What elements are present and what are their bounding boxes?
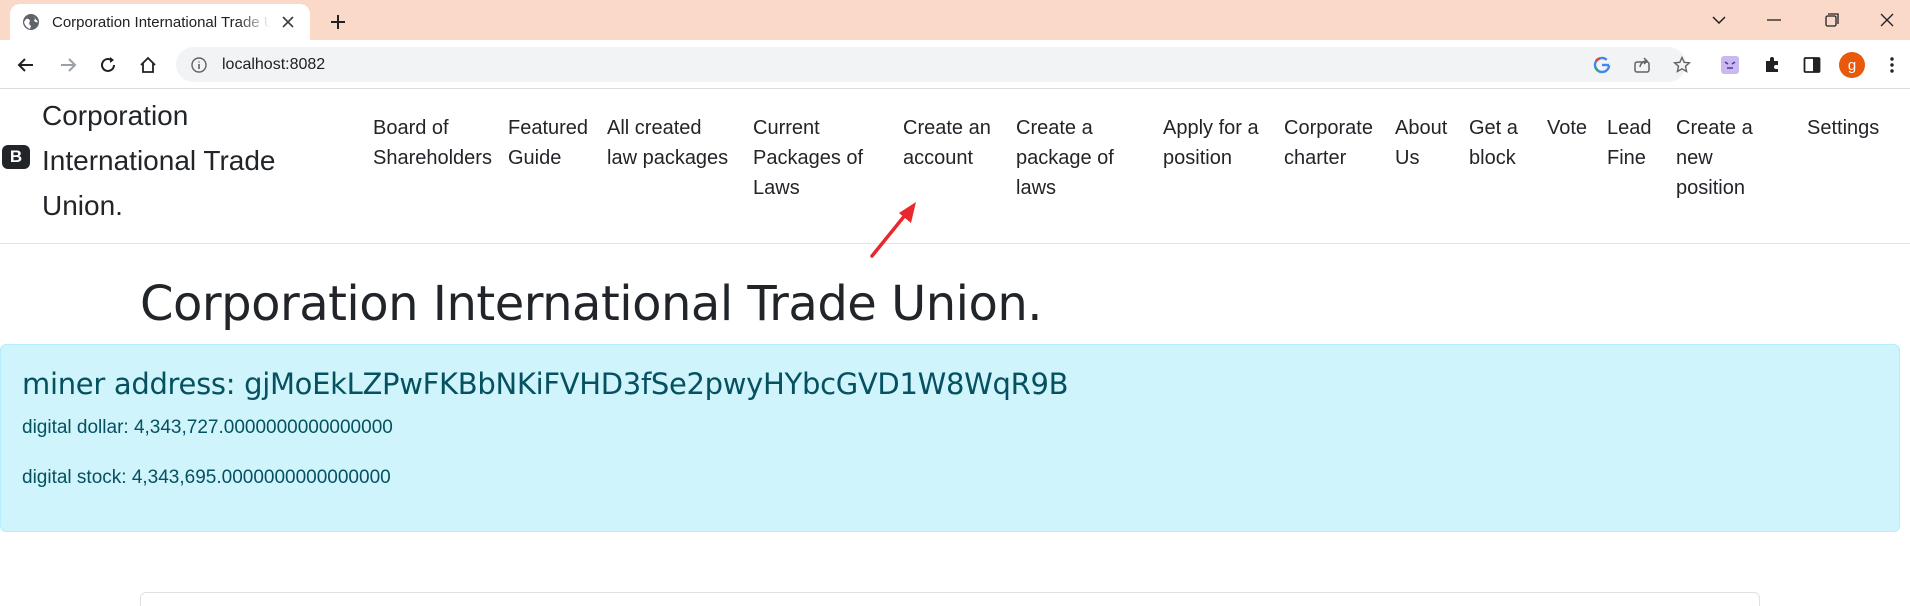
nav-label-line: Featured	[508, 117, 589, 139]
close-tab-icon[interactable]	[278, 12, 298, 32]
nav-label-line: Fine	[1607, 147, 1646, 169]
extension-avatar-icon[interactable]	[1714, 49, 1746, 81]
nav-label-line: account	[903, 147, 974, 169]
url-text: localhost:8082	[222, 55, 326, 73]
nav-label-line: Shareholders	[373, 147, 492, 169]
reload-icon[interactable]	[92, 49, 124, 81]
nav-label-line: Create an	[903, 117, 991, 139]
globe-icon	[22, 13, 40, 31]
nav-label-line: Packages of	[753, 147, 864, 169]
nav-label-line: Vote	[1547, 117, 1588, 139]
site-navbar: B Corporation International Trade Union.…	[0, 89, 1910, 244]
nav-label-line: position	[1163, 147, 1232, 169]
google-icon[interactable]	[1592, 55, 1612, 75]
minimize-icon[interactable]	[1752, 4, 1796, 36]
nav-board-of-shareholders[interactable]: Board of Shareholders	[373, 113, 492, 173]
close-window-icon[interactable]	[1865, 4, 1909, 36]
nav-label-line: Us	[1395, 147, 1420, 169]
nav-label-line: laws	[1016, 177, 1057, 199]
nav-label-line: charter	[1284, 147, 1347, 169]
nav-label-line: block	[1469, 147, 1516, 169]
nav-create-a-package-of-laws[interactable]: Create a package of laws	[1016, 113, 1114, 203]
nav-label-line: position	[1676, 177, 1745, 199]
miner-info-alert: miner address: gjMoEkLZPwFKBbNKiFVHD3fSe…	[0, 344, 1900, 532]
nav-featured-guide[interactable]: Featured Guide	[508, 113, 588, 173]
content-card	[140, 592, 1760, 606]
tab-search-icon[interactable]	[1697, 4, 1741, 36]
nav-label-line: All created	[607, 117, 702, 139]
home-icon[interactable]	[132, 49, 164, 81]
nav-label-line: package of	[1016, 147, 1114, 169]
browser-tab[interactable]: Corporation International Trade U	[10, 4, 310, 40]
nav-label-line: Corporate	[1284, 117, 1373, 139]
kebab-menu-icon[interactable]	[1876, 49, 1908, 81]
nav-create-a-new-position[interactable]: Create a new position	[1676, 113, 1753, 203]
brand-name[interactable]: Corporation International Trade Union.	[42, 93, 312, 228]
nav-current-packages-of-laws[interactable]: Current Packages of Laws	[753, 113, 863, 203]
nav-label-line: Create a	[1016, 117, 1093, 139]
forward-icon[interactable]	[52, 49, 84, 81]
nav-about-us[interactable]: About Us	[1395, 113, 1447, 173]
digital-dollar-balance: digital dollar: 4,343,727.00000000000000…	[22, 417, 393, 438]
nav-label-line: Apply for a	[1163, 117, 1259, 139]
profile-initial: g	[1839, 52, 1865, 78]
browser-toolbar: localhost:8082 g	[0, 40, 1910, 89]
brand-line: Union.	[42, 190, 123, 221]
site-info-icon[interactable]	[190, 56, 208, 74]
extensions-puzzle-icon[interactable]	[1756, 49, 1788, 81]
nav-apply-for-a-position[interactable]: Apply for a position	[1163, 113, 1259, 173]
nav-label-line: Get a	[1469, 117, 1518, 139]
nav-create-an-account[interactable]: Create an account	[903, 113, 991, 173]
page-title: Corporation International Trade Union.	[140, 276, 1043, 332]
nav-label-line: About	[1395, 117, 1448, 139]
brand-line: International Trade	[42, 145, 276, 176]
miner-address-heading: miner address: gjMoEkLZPwFKBbNKiFVHD3fSe…	[22, 367, 1069, 401]
nav-all-created-law-packages[interactable]: All created law packages	[607, 113, 728, 173]
nav-label-line: Guide	[508, 147, 562, 169]
nav-label-line: Board of	[373, 117, 449, 139]
nav-label-line: new	[1676, 147, 1713, 169]
brand-logo-icon[interactable]: B	[2, 145, 30, 169]
nav-label-line: Laws	[753, 177, 800, 199]
share-icon[interactable]	[1632, 55, 1652, 75]
nav-vote[interactable]: Vote	[1547, 113, 1587, 143]
profile-avatar[interactable]: g	[1836, 49, 1868, 81]
nav-label-line: Create a	[1676, 117, 1753, 139]
side-panel-icon[interactable]	[1796, 49, 1828, 81]
nav-label-line: Current	[753, 117, 820, 139]
nav-corporate-charter[interactable]: Corporate charter	[1284, 113, 1373, 173]
tab-title: Corporation International Trade U	[52, 13, 270, 31]
nav-label-line: Settings	[1807, 117, 1880, 139]
new-tab-button[interactable]	[324, 8, 352, 36]
back-icon[interactable]	[10, 49, 42, 81]
nav-settings[interactable]: Settings	[1807, 113, 1879, 143]
nav-lead-fine[interactable]: Lead Fine	[1607, 113, 1652, 173]
brand-line: Corporation	[42, 100, 189, 131]
nav-label-line: Lead	[1607, 117, 1652, 139]
bookmark-star-icon[interactable]	[1672, 55, 1692, 75]
address-bar[interactable]: localhost:8082	[176, 47, 1686, 82]
nav-get-a-block[interactable]: Get a block	[1469, 113, 1518, 173]
browser-tabstrip: Corporation International Trade U	[0, 0, 1910, 40]
restore-icon[interactable]	[1810, 4, 1854, 36]
nav-label-line: law packages	[607, 147, 729, 169]
digital-stock-balance: digital stock: 4,343,695.000000000000000…	[22, 467, 391, 488]
